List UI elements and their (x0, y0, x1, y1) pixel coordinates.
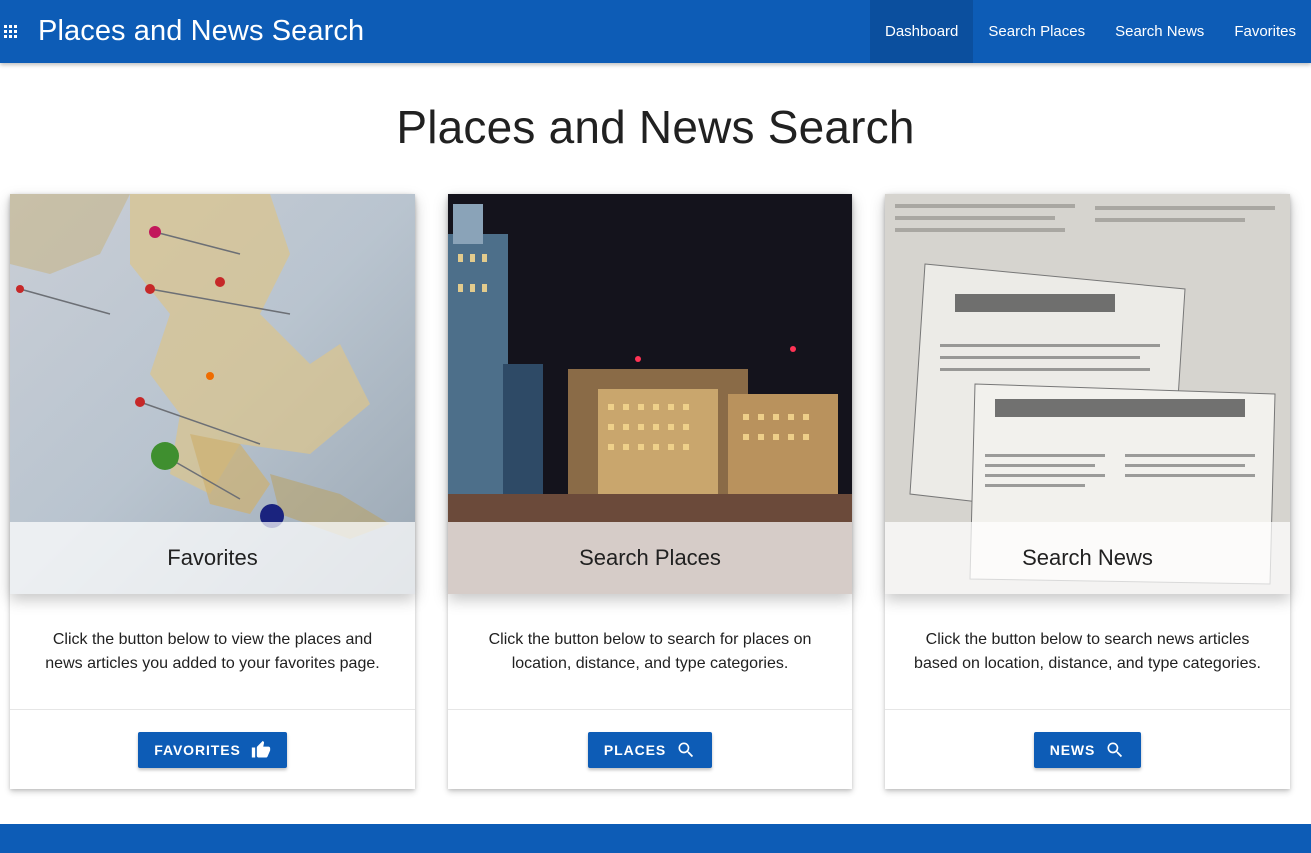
nav-search-news[interactable]: Search News (1100, 0, 1219, 63)
page-title: Places and News Search (396, 101, 915, 153)
search-places-card: Search Places Click the button below to … (448, 194, 852, 789)
search-icon (678, 742, 694, 757)
main-nav: Dashboard Search Places Search News Favo… (870, 0, 1311, 63)
city-night-buildings-image: Search Places (448, 194, 852, 594)
search-icon (1107, 742, 1123, 757)
search-places-card-actions: PLACES (448, 710, 852, 789)
nav-favorites[interactable]: Favorites (1219, 0, 1311, 63)
news-button[interactable]: NEWS (1033, 731, 1142, 768)
favorites-button-label: FAVORITES (154, 741, 241, 758)
places-button-label: PLACES (603, 741, 667, 758)
favorites-card-description: Click the button below to view the place… (10, 594, 415, 710)
favorites-card: Favorites Click the button below to view… (10, 194, 415, 789)
search-news-card-caption: Search News (885, 522, 1290, 594)
search-places-card-description: Click the button below to search for pla… (448, 594, 852, 710)
search-news-card: Search News Click the button below to se… (885, 194, 1290, 789)
places-button[interactable]: PLACES (587, 731, 713, 768)
search-news-card-actions: NEWS (885, 710, 1290, 789)
nav-dashboard[interactable]: Dashboard (870, 0, 974, 63)
thumb-up-icon (251, 740, 270, 757)
favorites-card-actions: FAVORITES (10, 710, 415, 789)
search-places-card-caption: Search Places (448, 522, 852, 594)
favorites-card-caption: Favorites (10, 522, 415, 594)
news-button-label: NEWS (1049, 741, 1096, 758)
search-news-card-description: Click the button below to search news ar… (885, 594, 1290, 710)
favorites-button[interactable]: FAVORITES (138, 731, 287, 768)
nav-search-places[interactable]: Search Places (973, 0, 1100, 63)
newspapers-collage-image: Search News (885, 194, 1290, 594)
apps-grid-icon[interactable] (4, 24, 18, 39)
map-with-pins-image: Favorites (10, 194, 415, 594)
footer-bar (0, 824, 1311, 853)
top-app-bar: Places and News Search Dashboard Search … (0, 0, 1311, 63)
app-title[interactable]: Places and News Search (38, 15, 364, 48)
